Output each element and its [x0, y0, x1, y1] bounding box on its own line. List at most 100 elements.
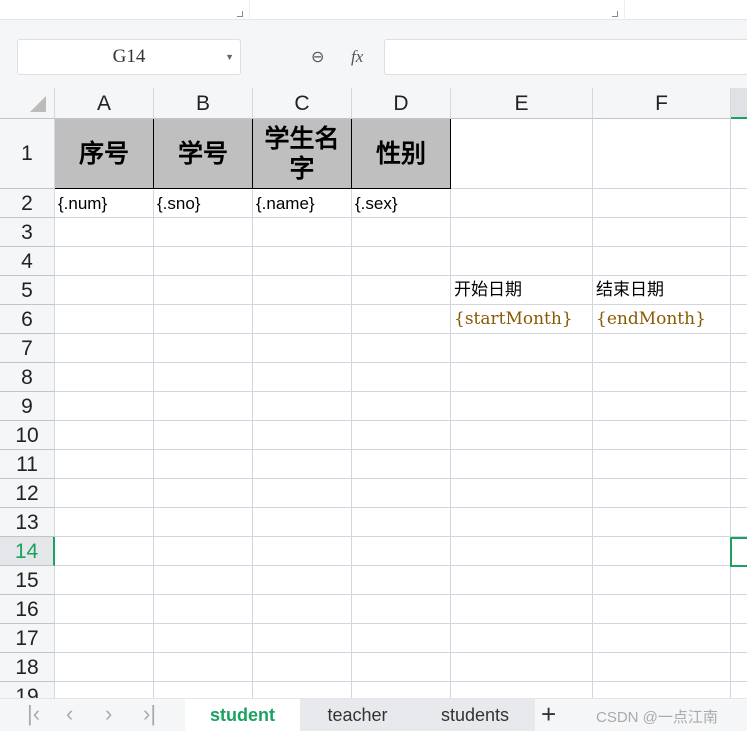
cell-F7[interactable] [593, 334, 731, 363]
cell-A1[interactable]: 序号 [55, 119, 154, 189]
cell-F5[interactable]: 结束日期 [593, 276, 731, 305]
cell-G3[interactable] [731, 218, 747, 247]
cell-D14[interactable] [352, 537, 451, 566]
cell-C9[interactable] [253, 392, 352, 421]
cell-A3[interactable] [55, 218, 154, 247]
cell-F10[interactable] [593, 421, 731, 450]
cell-D4[interactable] [352, 247, 451, 276]
cell-F15[interactable] [593, 566, 731, 595]
last-sheet-icon[interactable]: ›| [143, 701, 156, 727]
cell-E2[interactable] [451, 189, 593, 218]
cell-D8[interactable] [352, 363, 451, 392]
cell-B1[interactable]: 学号 [154, 119, 253, 189]
cell-B13[interactable] [154, 508, 253, 537]
cell-D6[interactable] [352, 305, 451, 334]
cell-G18[interactable] [731, 653, 747, 682]
cell-F18[interactable] [593, 653, 731, 682]
column-header[interactable]: D [352, 88, 451, 119]
cell-F16[interactable] [593, 595, 731, 624]
cell-A16[interactable] [55, 595, 154, 624]
cell-A5[interactable] [55, 276, 154, 305]
row-header[interactable]: 15 [0, 566, 55, 595]
cell-D1[interactable]: 性别 [352, 119, 451, 189]
cell-F17[interactable] [593, 624, 731, 653]
row-header[interactable]: 6 [0, 305, 55, 334]
cell-B5[interactable] [154, 276, 253, 305]
cell-B6[interactable] [154, 305, 253, 334]
row-header[interactable]: 9 [0, 392, 55, 421]
chevron-down-icon[interactable]: ▼ [225, 40, 234, 74]
prev-sheet-icon[interactable]: ‹ [66, 701, 73, 727]
cell-E13[interactable] [451, 508, 593, 537]
cell-G15[interactable] [731, 566, 747, 595]
cell-E8[interactable] [451, 363, 593, 392]
column-header[interactable]: F [593, 88, 731, 119]
cell-F4[interactable] [593, 247, 731, 276]
cell-C11[interactable] [253, 450, 352, 479]
cell-C10[interactable] [253, 421, 352, 450]
cell-A12[interactable] [55, 479, 154, 508]
cell-A8[interactable] [55, 363, 154, 392]
tab-student[interactable]: student [185, 699, 300, 731]
cell-B12[interactable] [154, 479, 253, 508]
cell-C2[interactable]: {.name} [253, 189, 352, 218]
cell-D10[interactable] [352, 421, 451, 450]
row-header[interactable]: 11 [0, 450, 55, 479]
cell-D13[interactable] [352, 508, 451, 537]
cell-G16[interactable] [731, 595, 747, 624]
cell-G5[interactable] [731, 276, 747, 305]
cell-D17[interactable] [352, 624, 451, 653]
cell-B3[interactable] [154, 218, 253, 247]
cell-F9[interactable] [593, 392, 731, 421]
cell-C4[interactable] [253, 247, 352, 276]
column-header[interactable]: A [55, 88, 154, 119]
tab-teacher[interactable]: teacher [300, 699, 415, 731]
cell-C14[interactable] [253, 537, 352, 566]
cell-B7[interactable] [154, 334, 253, 363]
cell-D18[interactable] [352, 653, 451, 682]
cell-E15[interactable] [451, 566, 593, 595]
formula-input[interactable] [384, 39, 747, 75]
cell-B15[interactable] [154, 566, 253, 595]
selected-cell-G14[interactable] [730, 537, 747, 567]
cell-F8[interactable] [593, 363, 731, 392]
cell-A17[interactable] [55, 624, 154, 653]
cell-F14[interactable] [593, 537, 731, 566]
cell-G1[interactable] [731, 119, 747, 189]
row-header[interactable]: 17 [0, 624, 55, 653]
cell-C15[interactable] [253, 566, 352, 595]
cell-A10[interactable] [55, 421, 154, 450]
cell-D9[interactable] [352, 392, 451, 421]
cell-F6[interactable]: {endMonth} [593, 305, 731, 334]
cell-C18[interactable] [253, 653, 352, 682]
cell-A9[interactable] [55, 392, 154, 421]
first-sheet-icon[interactable]: |‹ [27, 701, 40, 727]
cell-C1[interactable]: 学生名字 [253, 119, 352, 189]
cell-E16[interactable] [451, 595, 593, 624]
cell-D11[interactable] [352, 450, 451, 479]
cell-D12[interactable] [352, 479, 451, 508]
row-header[interactable]: 7 [0, 334, 55, 363]
cell-F11[interactable] [593, 450, 731, 479]
cell-G4[interactable] [731, 247, 747, 276]
cell-A11[interactable] [55, 450, 154, 479]
cell-E11[interactable] [451, 450, 593, 479]
cell-F12[interactable] [593, 479, 731, 508]
cell-B18[interactable] [154, 653, 253, 682]
cell-A15[interactable] [55, 566, 154, 595]
cell-C5[interactable] [253, 276, 352, 305]
cell-F13[interactable] [593, 508, 731, 537]
row-header[interactable]: 4 [0, 247, 55, 276]
cell-G12[interactable] [731, 479, 747, 508]
cell-B16[interactable] [154, 595, 253, 624]
cell-D3[interactable] [352, 218, 451, 247]
cell-A14[interactable] [55, 537, 154, 566]
cell-E5[interactable]: 开始日期 [451, 276, 593, 305]
cell-C3[interactable] [253, 218, 352, 247]
cell-D7[interactable] [352, 334, 451, 363]
cell-B2[interactable]: {.sno} [154, 189, 253, 218]
cell-D15[interactable] [352, 566, 451, 595]
cell-E10[interactable] [451, 421, 593, 450]
cell-B9[interactable] [154, 392, 253, 421]
cell-A6[interactable] [55, 305, 154, 334]
